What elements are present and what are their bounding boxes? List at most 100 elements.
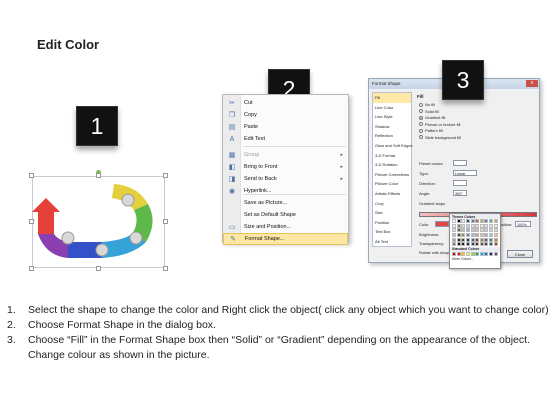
menu-item[interactable]: A Edit Text bbox=[223, 133, 348, 145]
radio-icon[interactable] bbox=[419, 122, 423, 126]
color-swatch[interactable] bbox=[461, 251, 466, 256]
nav-item[interactable]: Position bbox=[373, 218, 411, 228]
color-swatch[interactable] bbox=[484, 219, 489, 224]
nav-item[interactable]: Shadow bbox=[373, 122, 411, 132]
color-swatch[interactable] bbox=[466, 223, 471, 228]
color-swatch[interactable] bbox=[493, 223, 498, 228]
nav-item[interactable]: Glow and Soft Edges bbox=[373, 141, 413, 151]
color-swatch[interactable] bbox=[452, 242, 457, 247]
color-swatch[interactable] bbox=[466, 237, 471, 242]
menu-item[interactable]: ❐ Copy bbox=[223, 109, 348, 121]
color-swatch[interactable] bbox=[493, 242, 498, 247]
color-swatch[interactable] bbox=[470, 219, 475, 224]
color-swatch[interactable] bbox=[456, 233, 461, 238]
menu-item[interactable]: ▤ Paste bbox=[223, 121, 348, 133]
menu-item[interactable]: ◧ Bring to Front ▸ bbox=[223, 161, 348, 173]
close-button[interactable]: Close bbox=[507, 250, 533, 258]
nav-item[interactable]: 3-D Format bbox=[373, 151, 411, 161]
color-swatch[interactable] bbox=[479, 233, 484, 238]
menu-item[interactable]: ▭ Size and Position... bbox=[223, 221, 348, 233]
menu-item[interactable]: ✂ Cut bbox=[223, 97, 348, 109]
more-colors-link[interactable]: More Colors... bbox=[450, 256, 500, 262]
color-swatch[interactable] bbox=[475, 223, 480, 228]
direction-dropdown[interactable] bbox=[453, 180, 467, 186]
color-swatch[interactable] bbox=[452, 237, 457, 242]
color-swatch[interactable] bbox=[452, 223, 457, 228]
color-swatch[interactable] bbox=[479, 237, 484, 242]
color-swatch[interactable] bbox=[489, 237, 494, 242]
color-swatch[interactable] bbox=[475, 219, 480, 224]
color-swatch[interactable] bbox=[470, 223, 475, 228]
color-swatch[interactable] bbox=[466, 251, 471, 256]
selected-shape[interactable] bbox=[29, 170, 168, 271]
color-swatch[interactable] bbox=[484, 233, 489, 238]
nav-item[interactable]: Line Style bbox=[373, 112, 411, 122]
color-dropdown[interactable] bbox=[435, 221, 449, 227]
color-swatch[interactable] bbox=[484, 223, 489, 228]
color-swatch[interactable] bbox=[466, 242, 471, 247]
position-input[interactable]: 100% bbox=[515, 221, 531, 227]
nav-item[interactable]: Artistic Effects bbox=[373, 189, 411, 199]
color-swatch[interactable] bbox=[484, 237, 489, 242]
menu-item[interactable]: Set as Default Shape bbox=[223, 209, 348, 221]
color-swatch[interactable] bbox=[489, 242, 494, 247]
nav-item[interactable]: Fill bbox=[373, 93, 411, 103]
color-swatch[interactable] bbox=[452, 233, 457, 238]
angle-input[interactable]: 300° bbox=[453, 190, 467, 196]
nav-item[interactable]: Picture Color bbox=[373, 179, 411, 189]
color-swatch[interactable] bbox=[461, 233, 466, 238]
nav-item[interactable]: Line Color bbox=[373, 103, 411, 113]
color-swatch[interactable] bbox=[452, 251, 457, 256]
radio-icon[interactable] bbox=[419, 115, 423, 120]
fill-option[interactable]: Pattern fill bbox=[419, 128, 443, 133]
color-swatch[interactable] bbox=[484, 251, 489, 256]
color-swatch[interactable] bbox=[452, 228, 457, 233]
color-swatch[interactable] bbox=[493, 219, 498, 224]
color-swatch[interactable] bbox=[484, 242, 489, 247]
type-dropdown[interactable]: Linear bbox=[453, 170, 477, 176]
fill-option[interactable]: Gradient fill bbox=[419, 115, 445, 120]
fill-option[interactable]: Slide background fill bbox=[419, 135, 461, 140]
menu-item[interactable]: ✎ Format Shape... bbox=[223, 233, 348, 245]
color-swatch[interactable] bbox=[456, 237, 461, 242]
color-swatch[interactable] bbox=[493, 228, 498, 233]
radio-icon[interactable] bbox=[419, 102, 423, 107]
color-swatch[interactable] bbox=[461, 228, 466, 233]
color-swatch[interactable] bbox=[470, 242, 475, 247]
color-swatch[interactable] bbox=[456, 219, 461, 224]
color-swatch[interactable] bbox=[470, 228, 475, 233]
color-swatch[interactable] bbox=[461, 223, 466, 228]
color-swatch[interactable] bbox=[475, 233, 480, 238]
color-swatch[interactable] bbox=[489, 233, 494, 238]
color-swatch[interactable] bbox=[479, 242, 484, 247]
close-icon[interactable]: x bbox=[526, 80, 538, 87]
color-swatch[interactable] bbox=[493, 233, 498, 238]
radio-icon[interactable] bbox=[419, 135, 423, 139]
color-swatch[interactable] bbox=[489, 219, 494, 224]
nav-item[interactable]: Text Box bbox=[373, 227, 411, 237]
color-swatch[interactable] bbox=[461, 242, 466, 247]
color-swatch[interactable] bbox=[493, 237, 498, 242]
color-swatch[interactable] bbox=[475, 228, 480, 233]
color-swatch[interactable] bbox=[489, 228, 494, 233]
color-swatch[interactable] bbox=[466, 219, 471, 224]
fill-option[interactable]: Picture or texture fill bbox=[419, 122, 460, 127]
color-swatch[interactable] bbox=[475, 251, 480, 256]
color-swatch[interactable] bbox=[484, 228, 489, 233]
color-swatch[interactable] bbox=[461, 219, 466, 224]
color-swatch[interactable] bbox=[479, 228, 484, 233]
color-swatch[interactable] bbox=[456, 228, 461, 233]
menu-item[interactable]: Save as Picture... bbox=[223, 197, 348, 209]
color-swatch[interactable] bbox=[493, 251, 498, 256]
color-swatch[interactable] bbox=[479, 219, 484, 224]
menu-item[interactable]: ▦ Group ▸ bbox=[223, 149, 348, 161]
color-swatch[interactable] bbox=[479, 223, 484, 228]
color-swatch[interactable] bbox=[466, 228, 471, 233]
color-swatch[interactable] bbox=[466, 233, 471, 238]
radio-icon[interactable] bbox=[419, 128, 423, 133]
menu-item[interactable]: ◉ Hyperlink... bbox=[223, 185, 348, 197]
color-swatch[interactable] bbox=[456, 242, 461, 247]
color-swatch[interactable] bbox=[452, 219, 457, 224]
radio-icon[interactable] bbox=[419, 109, 423, 113]
nav-item[interactable]: Crop bbox=[373, 199, 411, 209]
